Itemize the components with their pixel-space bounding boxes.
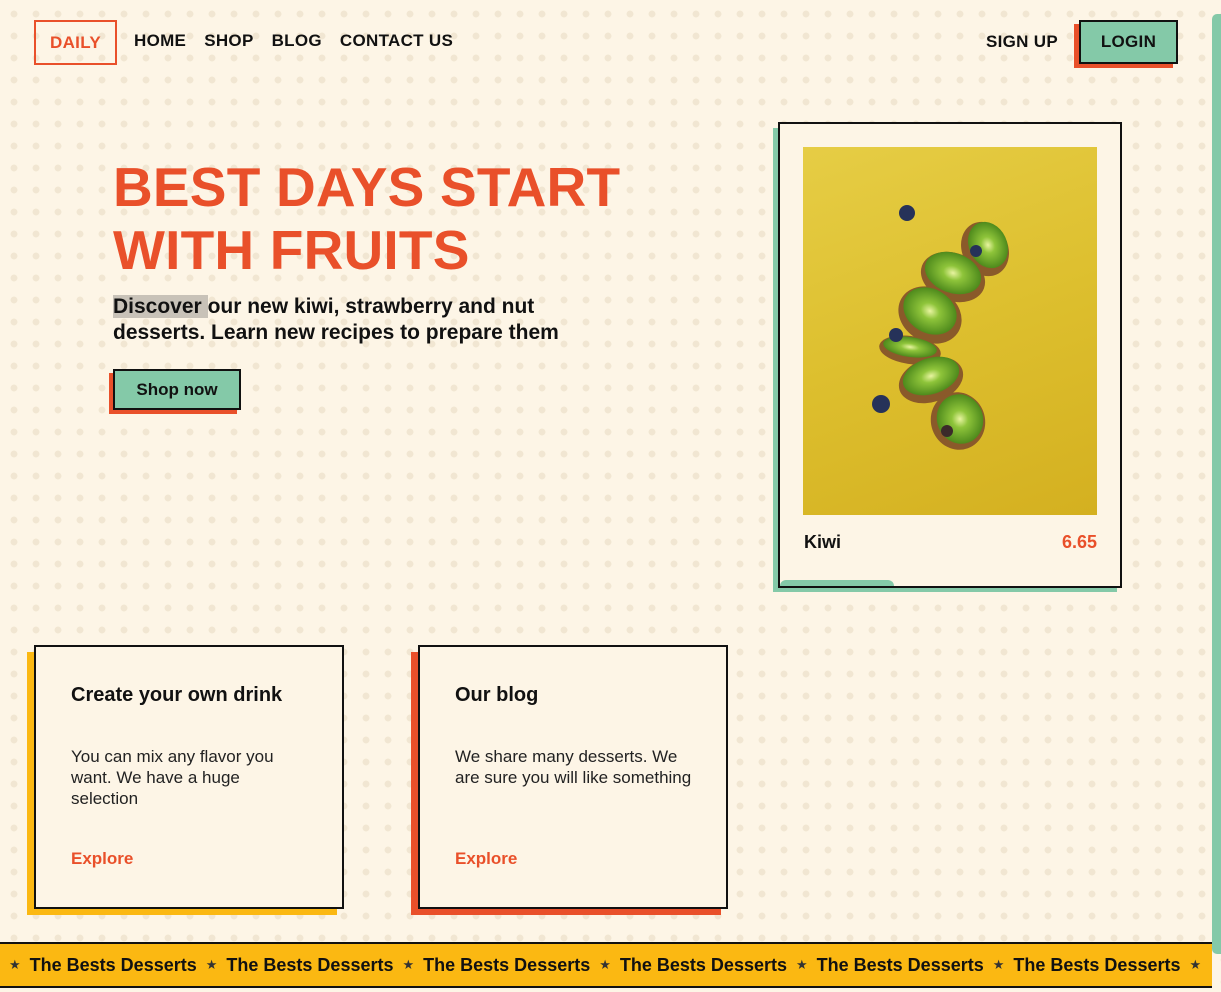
nav-link-contact-us[interactable]: CONTACT US (340, 31, 453, 51)
marquee-item: The Bests Desserts (226, 954, 394, 975)
shop-now-button[interactable]: Shop now (113, 369, 241, 410)
product-card[interactable]: Kiwi 6.65 (778, 122, 1122, 588)
login-button[interactable]: LOGIN (1079, 20, 1178, 64)
nav-link-shop[interactable]: SHOP (204, 31, 253, 51)
marquee-item: The Bests Desserts (619, 954, 787, 975)
star-icon: ★ (1189, 957, 1202, 972)
blueberry (899, 205, 915, 221)
star-icon: ★ (599, 957, 611, 972)
card-progress-bar (780, 580, 894, 586)
feature-card-text: We share many desserts. We are sure you … (455, 747, 692, 787)
feature-card-title: Our blog (455, 684, 539, 706)
scrollbar-strip[interactable] (1212, 14, 1221, 954)
logo[interactable]: DAILY (34, 20, 117, 65)
hero-title: BEST DAYS START WITH FRUITS (113, 156, 673, 282)
blueberry (889, 328, 903, 342)
sign-up-link[interactable]: SIGN UP (986, 32, 1058, 52)
marquee-banner: ★ The Bests Desserts ★ The Bests Dessert… (0, 942, 1212, 988)
hero-title-line-1: BEST DAYS START (113, 156, 621, 218)
marquee-item: The Bests Desserts (29, 954, 197, 975)
feature-card-our-blog[interactable]: Our blog We share many desserts. We are … (418, 645, 728, 909)
marquee-item: The Bests Desserts (816, 954, 984, 975)
marquee-item: The Bests Desserts (1013, 954, 1181, 975)
explore-link[interactable]: Explore (455, 849, 517, 869)
hero-subtitle-highlight: Discover (113, 295, 208, 318)
feature-card-text: You can mix any flavor you want. We have… (71, 747, 274, 808)
star-icon: ★ (992, 957, 1005, 972)
blueberry (970, 245, 982, 257)
star-icon: ★ (402, 957, 415, 972)
star-icon: ★ (796, 957, 808, 972)
main-nav: HOME SHOP BLOG CONTACT US (134, 31, 453, 51)
explore-link[interactable]: Explore (71, 849, 133, 869)
nav-link-home[interactable]: HOME (134, 31, 186, 51)
feature-card-title: Create your own drink (71, 684, 283, 706)
feature-card-create-drink[interactable]: Create your own drink You can mix any fl… (34, 645, 344, 909)
kiwi-slices-image (803, 147, 1097, 515)
kiwi-illustration (872, 205, 1009, 450)
star-icon: ★ (205, 957, 218, 972)
star-icon: ★ (9, 957, 21, 972)
hero-subtitle: Discover our new kiwi, strawberry and nu… (113, 294, 613, 346)
product-name: Kiwi (804, 532, 842, 552)
product-price: 6.65 (1061, 532, 1097, 552)
nav-link-blog[interactable]: BLOG (272, 31, 322, 51)
marquee-item: The Bests Desserts (423, 954, 591, 975)
blueberry (872, 395, 890, 413)
hero-title-line-2: WITH FRUITS (113, 219, 470, 281)
